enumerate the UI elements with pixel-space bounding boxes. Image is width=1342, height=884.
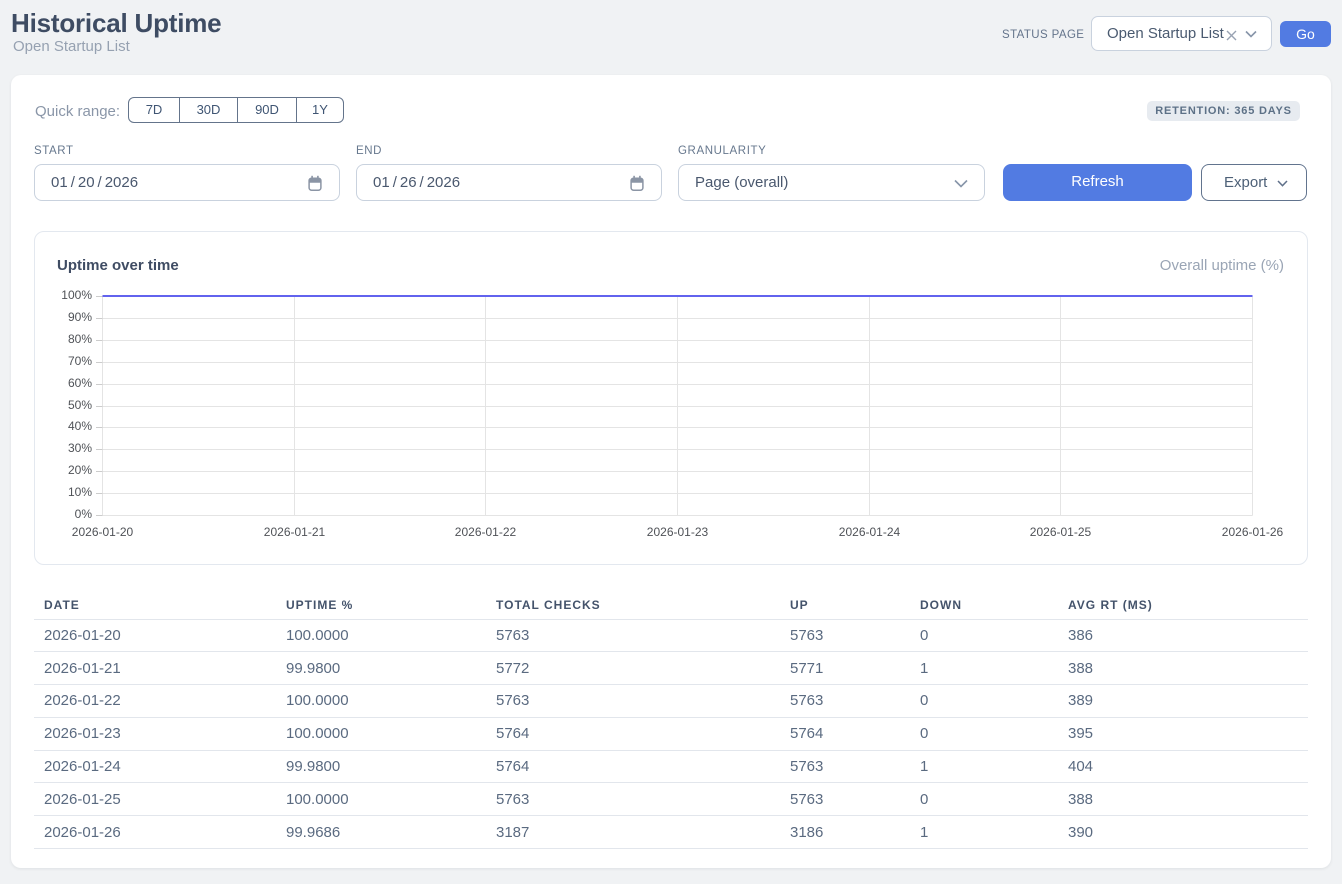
svg-text:50%: 50%: [68, 398, 92, 412]
svg-text:0%: 0%: [75, 507, 93, 521]
svg-text:100%: 100%: [61, 288, 92, 302]
svg-text:2026-01-20: 2026-01-20: [72, 525, 134, 539]
svg-text:2026-01-21: 2026-01-21: [264, 525, 326, 539]
svg-text:2026-01-23: 2026-01-23: [647, 525, 709, 539]
svg-text:80%: 80%: [68, 332, 92, 346]
svg-text:70%: 70%: [68, 354, 92, 368]
svg-text:2026-01-26: 2026-01-26: [1222, 525, 1284, 539]
svg-text:30%: 30%: [68, 441, 92, 455]
svg-text:40%: 40%: [68, 419, 92, 433]
svg-text:60%: 60%: [68, 376, 92, 390]
svg-text:90%: 90%: [68, 310, 92, 324]
svg-text:10%: 10%: [68, 485, 92, 499]
svg-text:2026-01-24: 2026-01-24: [839, 525, 901, 539]
svg-text:2026-01-25: 2026-01-25: [1030, 525, 1092, 539]
svg-text:20%: 20%: [68, 463, 92, 477]
svg-text:2026-01-22: 2026-01-22: [455, 525, 517, 539]
